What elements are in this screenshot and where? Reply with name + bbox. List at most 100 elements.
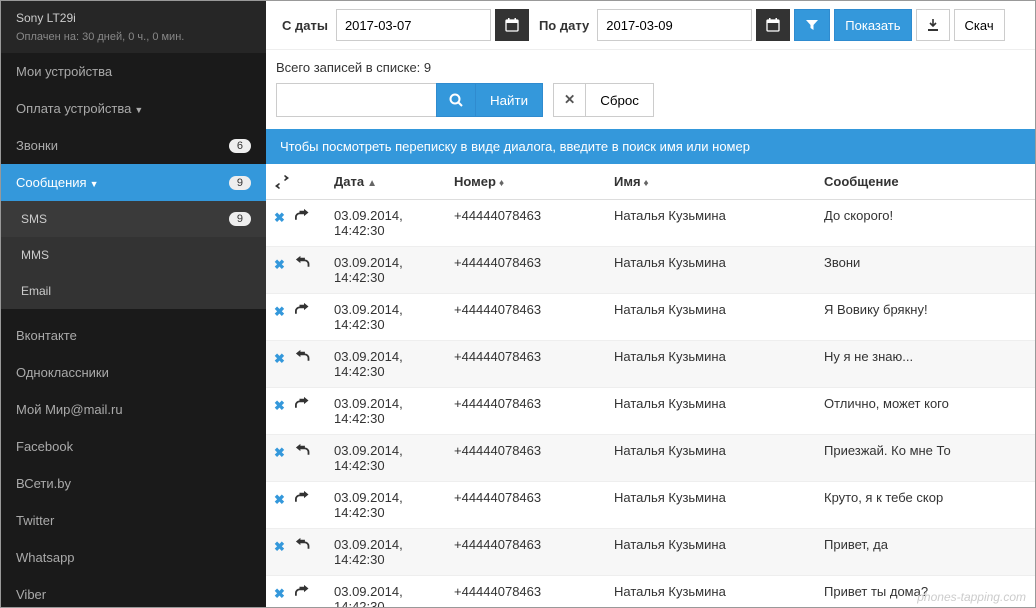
nav-social-item[interactable]: Twitter bbox=[1, 502, 266, 539]
nav-email[interactable]: Email bbox=[1, 273, 266, 309]
show-button[interactable]: Показать bbox=[834, 9, 911, 41]
cell-date: 03.09.2014, 14:42:30 bbox=[326, 529, 446, 576]
cell-date: 03.09.2014, 14:42:30 bbox=[326, 294, 446, 341]
delete-row-button[interactable]: ✖ bbox=[274, 304, 285, 319]
nav-pay-devices[interactable]: Оплата устройства▼ bbox=[1, 90, 266, 127]
sidebar: Sony LT29i Оплачен на: 30 дней, 0 ч., 0 … bbox=[1, 1, 266, 607]
filter-icon bbox=[805, 18, 819, 32]
to-date-calendar-button[interactable] bbox=[756, 9, 790, 41]
nav-social-item[interactable]: Whatsapp bbox=[1, 539, 266, 576]
cell-message: Приезжай. Ко мне То bbox=[816, 435, 1035, 482]
caret-down-icon: ▼ bbox=[134, 105, 143, 115]
table-row[interactable]: ✖03.09.2014, 14:42:30+44444078463Наталья… bbox=[266, 294, 1035, 341]
sidebar-header: Sony LT29i Оплачен на: 30 дней, 0 ч., 0 … bbox=[1, 1, 266, 53]
download-button[interactable]: Скач bbox=[954, 9, 1005, 41]
col-number[interactable]: Номер♦ bbox=[446, 164, 606, 200]
calendar-icon bbox=[766, 18, 780, 32]
calls-badge: 6 bbox=[229, 139, 251, 153]
main-content: С даты По дату Показать Скач Всего запис… bbox=[266, 1, 1035, 607]
table-row[interactable]: ✖03.09.2014, 14:42:30+44444078463Наталья… bbox=[266, 388, 1035, 435]
nav-calls[interactable]: Звонки 6 bbox=[1, 127, 266, 164]
search-row: Всего записей в списке: 9 Найти ✕ Сброс bbox=[266, 50, 1035, 129]
table-row[interactable]: ✖03.09.2014, 14:42:30+44444078463Наталья… bbox=[266, 200, 1035, 247]
table-row[interactable]: ✖ 03.09.2014, 14:42:30+44444078463Наталья… bbox=[266, 576, 1035, 608]
incoming-icon bbox=[295, 537, 311, 551]
messages-table: Дата▲ Номер♦ Имя♦ Сообщение ✖ 03.09.2014,… bbox=[266, 164, 1035, 607]
to-date-input[interactable] bbox=[597, 9, 752, 41]
cell-date: 03.09.2014, 14:42:30 bbox=[326, 435, 446, 482]
cell-number: +44444078463 bbox=[446, 482, 606, 529]
cell-number: +44444078463 bbox=[446, 200, 606, 247]
nav-my-devices[interactable]: Мои устройства bbox=[1, 53, 266, 90]
cell-number: +44444078463 bbox=[446, 435, 606, 482]
cell-message: Привет, да bbox=[816, 529, 1035, 576]
search-icon-button[interactable] bbox=[436, 83, 476, 117]
table-row[interactable]: ✖03.09.2014, 14:42:30+44444078463Наталья… bbox=[266, 435, 1035, 482]
table-row[interactable]: ✖03.09.2014, 14:42:30+44444078463Наталья… bbox=[266, 482, 1035, 529]
nav-mms[interactable]: MMS bbox=[1, 237, 266, 273]
cell-number: +44444078463 bbox=[446, 341, 606, 388]
close-icon: ✕ bbox=[564, 92, 575, 107]
col-message: Сообщение bbox=[816, 164, 1035, 200]
filter-button[interactable] bbox=[794, 9, 830, 41]
delete-row-button[interactable]: ✖ bbox=[274, 210, 285, 225]
delete-row-button[interactable]: ✖ bbox=[274, 586, 285, 601]
outgoing-icon bbox=[295, 208, 311, 222]
cell-date: 03.09.2014, 14:42:30 bbox=[326, 388, 446, 435]
table-row[interactable]: ✖03.09.2014, 14:42:30+44444078463Наталья… bbox=[266, 247, 1035, 294]
caret-down-icon: ▼ bbox=[90, 179, 99, 189]
cell-number: +44444078463 bbox=[446, 388, 606, 435]
nav-social-item[interactable]: ВСети.by bbox=[1, 465, 266, 502]
cell-message: Отлично, может кого bbox=[816, 388, 1035, 435]
nav-social-item[interactable]: Facebook bbox=[1, 428, 266, 465]
delete-row-button[interactable]: ✖ bbox=[274, 492, 285, 507]
delete-row-button[interactable]: ✖ bbox=[274, 445, 285, 460]
delete-row-button[interactable]: ✖ bbox=[274, 539, 285, 554]
nav-social-item[interactable]: Viber bbox=[1, 576, 266, 607]
cell-date: 03.09.2014, 14:42:30 bbox=[326, 576, 446, 608]
cell-number: +44444078463 bbox=[446, 247, 606, 294]
nav-messages[interactable]: Сообщения▼ 9 bbox=[1, 164, 266, 201]
cell-name: Наталья Кузьмина bbox=[606, 529, 816, 576]
delete-row-button[interactable]: ✖ bbox=[274, 351, 285, 366]
reset-x-button[interactable]: ✕ bbox=[553, 83, 586, 117]
nav-social-item[interactable]: Вконтакте bbox=[1, 317, 266, 354]
download-icon bbox=[926, 18, 940, 32]
delete-row-button[interactable]: ✖ bbox=[274, 398, 285, 413]
cell-message: Привет ты дома? bbox=[816, 576, 1035, 608]
reset-button[interactable]: Сброс bbox=[586, 83, 654, 117]
col-direction[interactable] bbox=[266, 164, 326, 200]
cell-message: Круто, я к тебе скор bbox=[816, 482, 1035, 529]
cell-number: +44444078463 bbox=[446, 576, 606, 608]
from-date-input[interactable] bbox=[336, 9, 491, 41]
cell-date: 03.09.2014, 14:42:30 bbox=[326, 200, 446, 247]
incoming-icon bbox=[295, 255, 311, 269]
date-filter-toolbar: С даты По дату Показать Скач bbox=[266, 1, 1035, 50]
nav-social-item[interactable]: Мой Мир@mail.ru bbox=[1, 391, 266, 428]
nav-social-item[interactable]: Одноклассники bbox=[1, 354, 266, 391]
table-row[interactable]: ✖03.09.2014, 14:42:30+44444078463Наталья… bbox=[266, 341, 1035, 388]
delete-row-button[interactable]: ✖ bbox=[274, 257, 285, 272]
from-date-calendar-button[interactable] bbox=[495, 9, 529, 41]
incoming-icon bbox=[295, 349, 311, 363]
search-input[interactable] bbox=[276, 83, 436, 117]
cell-number: +44444078463 bbox=[446, 529, 606, 576]
info-banner: Чтобы посмотреть переписку в виде диалог… bbox=[266, 129, 1035, 164]
to-date-label: По дату bbox=[539, 18, 589, 33]
col-date[interactable]: Дата▲ bbox=[326, 164, 446, 200]
cell-name: Наталья Кузьмина bbox=[606, 576, 816, 608]
from-date-label: С даты bbox=[282, 18, 328, 33]
download-icon-button[interactable] bbox=[916, 9, 950, 41]
cell-name: Наталья Кузьмина bbox=[606, 482, 816, 529]
table-row[interactable]: ✖ 03.09.2014, 14:42:30+44444078463Наталья… bbox=[266, 529, 1035, 576]
device-name: Sony LT29i bbox=[16, 11, 251, 25]
find-button[interactable]: Найти bbox=[476, 83, 543, 117]
cell-message: Звони bbox=[816, 247, 1035, 294]
cell-number: +44444078463 bbox=[446, 294, 606, 341]
sms-badge: 9 bbox=[229, 212, 251, 226]
device-status: Оплачен на: 30 дней, 0 ч., 0 мин. bbox=[16, 31, 251, 43]
nav-sms[interactable]: SMS 9 bbox=[1, 201, 266, 237]
cell-name: Наталья Кузьмина bbox=[606, 341, 816, 388]
col-name[interactable]: Имя♦ bbox=[606, 164, 816, 200]
outgoing-icon bbox=[295, 302, 311, 316]
